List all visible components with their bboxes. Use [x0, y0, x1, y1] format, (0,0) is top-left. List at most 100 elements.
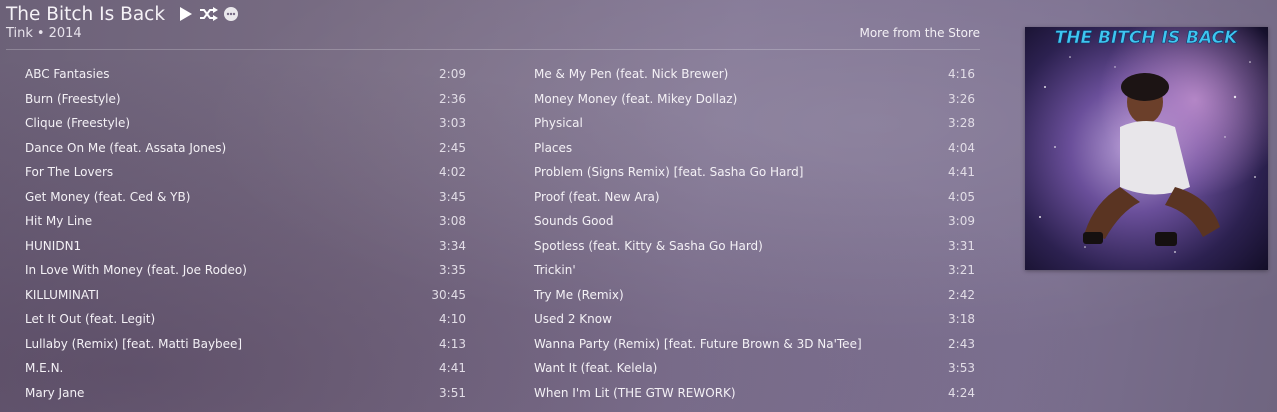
- track-row[interactable]: Money Money (feat. Mikey Dollaz) 3:26: [534, 87, 975, 112]
- track-duration: 4:02: [439, 165, 466, 180]
- track-row[interactable]: Me & My Pen (feat. Nick Brewer) 4:16: [534, 62, 975, 87]
- track-duration: 3:26: [948, 91, 975, 106]
- track-duration: 4:04: [948, 140, 975, 155]
- track-title: Want It (feat. Kelela): [534, 361, 658, 376]
- track-duration: 30:45: [431, 287, 466, 302]
- track-title: HUNIDN1: [25, 238, 82, 253]
- track-row[interactable]: Wanna Party (Remix) [feat. Future Brown …: [534, 332, 975, 357]
- track-row[interactable]: Used 2 Know 3:18: [534, 307, 975, 332]
- shuffle-icon: [200, 7, 219, 21]
- track-duration: 3:21: [948, 263, 975, 278]
- track-row[interactable]: Sounds Good 3:09: [534, 209, 975, 234]
- track-row[interactable]: Mary Jane 3:51: [25, 381, 466, 406]
- track-duration: 4:16: [948, 67, 975, 82]
- track-row[interactable]: ABC Fantasies 2:09: [25, 62, 466, 87]
- track-title: KILLUMINATI: [25, 287, 99, 302]
- track-duration: 2:36: [439, 91, 466, 106]
- release-year: 2014: [48, 26, 82, 41]
- track-title: Proof (feat. New Ara): [534, 189, 660, 204]
- track-title: Problem (Signs Remix) [feat. Sasha Go Ha…: [534, 165, 804, 180]
- track-title: Spotless (feat. Kitty & Sasha Go Hard): [534, 238, 763, 253]
- track-title: Lullaby (Remix) [feat. Matti Baybee]: [25, 336, 243, 351]
- track-duration: 4:05: [948, 189, 975, 204]
- track-row[interactable]: Get Money (feat. Ced & YB) 3:45: [25, 185, 466, 210]
- artist-name[interactable]: Tink: [6, 26, 33, 41]
- shuffle-button[interactable]: [200, 7, 219, 21]
- track-list-right: Me & My Pen (feat. Nick Brewer) 4:16 Mone…: [534, 62, 975, 405]
- track-duration: 4:10: [439, 312, 466, 327]
- track-duration: 3:08: [439, 214, 466, 229]
- more-icon: [224, 7, 239, 21]
- track-title: Money Money (feat. Mikey Dollaz): [534, 91, 738, 106]
- track-duration: 3:45: [439, 189, 466, 204]
- track-title: Mary Jane: [25, 385, 85, 400]
- track-row[interactable]: Want It (feat. Kelela) 3:53: [534, 356, 975, 381]
- track-title: When I'm Lit (THE GTW REWORK): [534, 385, 736, 400]
- track-duration: 3:53: [948, 361, 975, 376]
- track-row[interactable]: Problem (Signs Remix) [feat. Sasha Go Ha…: [534, 160, 975, 185]
- track-title: Get Money (feat. Ced & YB): [25, 189, 191, 204]
- track-row[interactable]: Places 4:04: [534, 136, 975, 161]
- more-from-store-link[interactable]: More from the Store: [859, 26, 980, 40]
- track-row[interactable]: Burn (Freestyle) 2:36: [25, 87, 466, 112]
- track-duration: 3:34: [439, 238, 466, 253]
- track-row[interactable]: Spotless (feat. Kitty & Sasha Go Hard) 3:…: [534, 234, 975, 259]
- track-row[interactable]: Try Me (Remix) 2:42: [534, 283, 975, 308]
- album-artwork-title: THE BITCH IS BACK: [1055, 28, 1239, 48]
- track-title: Wanna Party (Remix) [feat. Future Brown …: [534, 336, 862, 351]
- album-artwork-image: THE BITCH IS BACK: [1025, 27, 1268, 270]
- track-row[interactable]: HUNIDN1 3:34: [25, 234, 466, 259]
- track-title: Physical: [534, 116, 583, 131]
- track-title: Try Me (Remix): [534, 287, 624, 302]
- track-title: Clique (Freestyle): [25, 116, 131, 131]
- album-subtitle: Tink • 2014: [6, 26, 82, 41]
- track-duration: 3:31: [948, 238, 975, 253]
- track-row[interactable]: Lullaby (Remix) [feat. Matti Baybee] 4:13: [25, 332, 466, 357]
- track-row[interactable]: In Love With Money (feat. Joe Rodeo) 3:35: [25, 258, 466, 283]
- header-divider: [6, 49, 980, 50]
- track-duration: 4:24: [948, 385, 975, 400]
- track-duration: 4:13: [439, 336, 466, 351]
- track-title: Dance On Me (feat. Assata Jones): [25, 140, 227, 155]
- track-duration: 2:45: [439, 140, 466, 155]
- track-title: Trickin': [534, 263, 576, 278]
- track-row[interactable]: Let It Out (feat. Legit) 4:10: [25, 307, 466, 332]
- track-duration: 2:43: [948, 336, 975, 351]
- track-title: M.E.N.: [25, 361, 64, 376]
- track-duration: 4:41: [439, 361, 466, 376]
- album-title: The Bitch Is Back: [6, 3, 166, 25]
- track-title: Sounds Good: [534, 214, 614, 229]
- track-title: For The Lovers: [25, 165, 114, 180]
- track-title: Used 2 Know: [534, 312, 612, 327]
- track-row[interactable]: For The Lovers 4:02: [25, 160, 466, 185]
- album-artwork[interactable]: THE BITCH IS BACK: [1025, 27, 1268, 270]
- track-title: Places: [534, 140, 573, 155]
- track-duration: 3:51: [439, 385, 466, 400]
- track-title: Let It Out (feat. Legit): [25, 312, 156, 327]
- track-duration: 3:09: [948, 214, 975, 229]
- track-title: Burn (Freestyle): [25, 91, 121, 106]
- track-row[interactable]: Physical 3:28: [534, 111, 975, 136]
- track-row[interactable]: Trickin' 3:21: [534, 258, 975, 283]
- separator: •: [36, 26, 45, 41]
- track-row[interactable]: Clique (Freestyle) 3:03: [25, 111, 466, 136]
- track-row[interactable]: Dance On Me (feat. Assata Jones) 2:45: [25, 136, 466, 161]
- track-row[interactable]: When I'm Lit (THE GTW REWORK) 4:24: [534, 381, 975, 406]
- title-row: The Bitch Is Back: [6, 2, 239, 26]
- track-title: In Love With Money (feat. Joe Rodeo): [25, 263, 247, 278]
- track-duration: 3:28: [948, 116, 975, 131]
- track-row[interactable]: Hit My Line 3:08: [25, 209, 466, 234]
- track-title: Hit My Line: [25, 214, 93, 229]
- track-duration: 3:03: [439, 116, 466, 131]
- track-row[interactable]: M.E.N. 4:41: [25, 356, 466, 381]
- track-duration: 3:35: [439, 263, 466, 278]
- track-row[interactable]: Proof (feat. New Ara) 4:05: [534, 185, 975, 210]
- track-row[interactable]: KILLUMINATI 30:45: [25, 283, 466, 308]
- more-button[interactable]: [224, 7, 239, 21]
- track-title: Me & My Pen (feat. Nick Brewer): [534, 67, 729, 82]
- album-header: The Bitch Is Back Tink • 2014 More from th…: [6, 0, 980, 50]
- track-list-left: ABC Fantasies 2:09 Burn (Freestyle) 2:36 C…: [25, 62, 466, 405]
- play-button[interactable]: [179, 7, 193, 21]
- track-duration: 2:09: [439, 67, 466, 82]
- track-title: ABC Fantasies: [25, 67, 110, 82]
